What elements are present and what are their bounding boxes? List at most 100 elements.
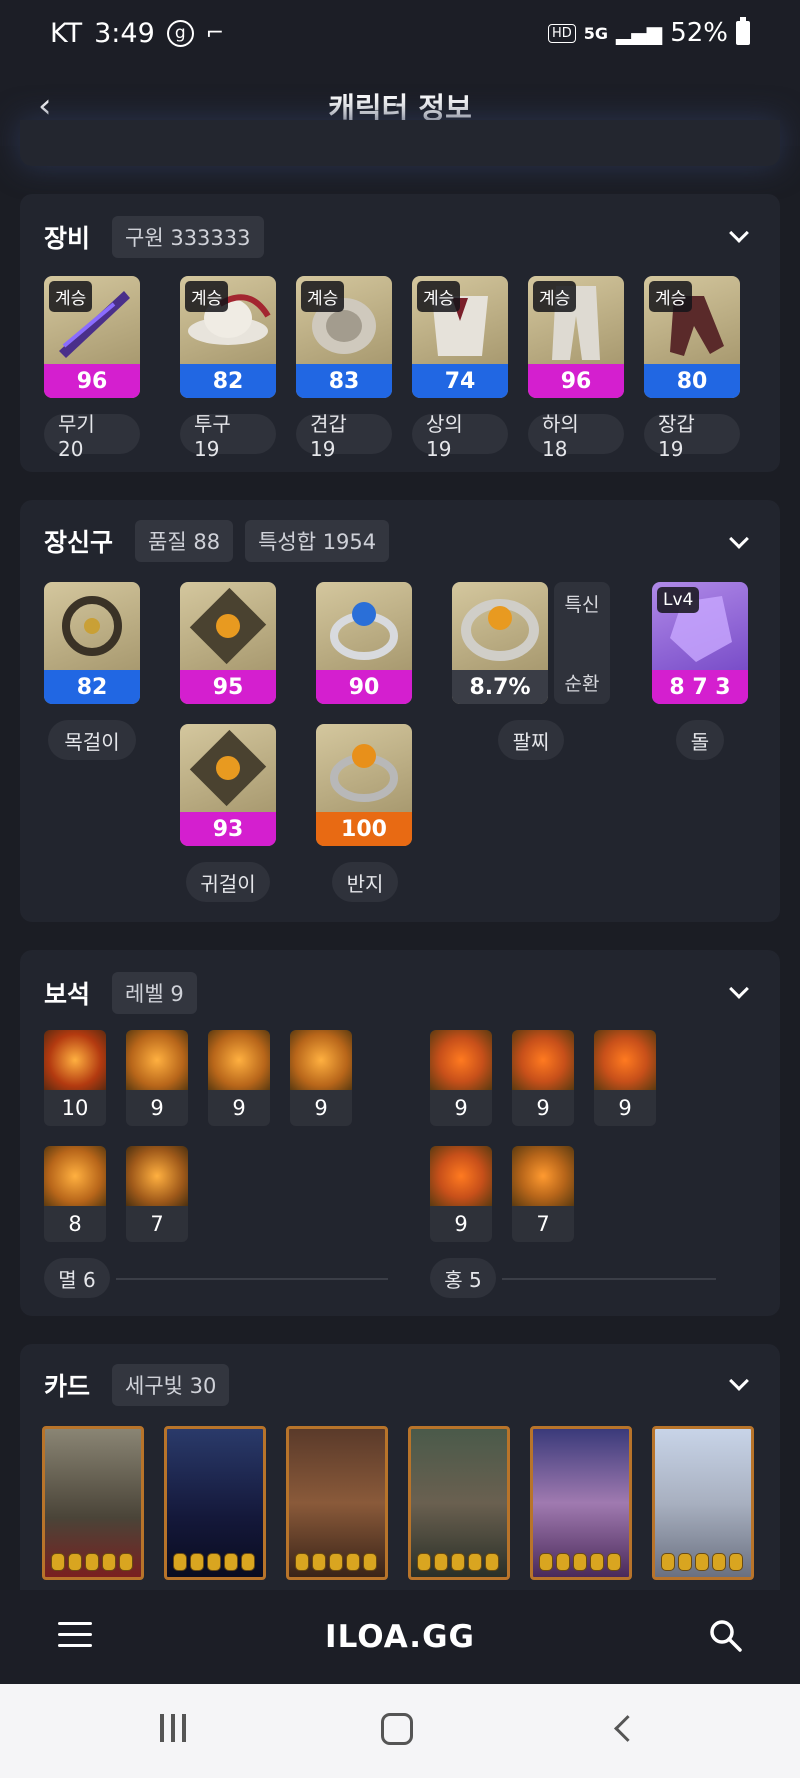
item-quality: 82: [44, 670, 140, 704]
gem-level: 7: [150, 1212, 164, 1236]
equip-gloves[interactable]: 계승 80: [644, 276, 740, 398]
equipment-section: 장비 구원 333333 계승 96 계승 82 계승 83 계승 74 계승 …: [20, 194, 780, 472]
item-quality: 93: [180, 812, 276, 846]
gem-annihilation[interactable]: 9: [126, 1030, 188, 1126]
section-title: 카드: [44, 1372, 91, 1401]
gem-group-label: 홍 5: [430, 1258, 496, 1298]
divider: [116, 1278, 388, 1280]
back-icon[interactable]: ‹: [38, 86, 68, 126]
acc-earring-1[interactable]: 95: [180, 582, 276, 704]
acc-bracelet[interactable]: 8.7%: [452, 582, 548, 704]
equip-label: 하의 18: [528, 412, 624, 461]
ring-icon: [330, 744, 398, 802]
clock: 3:49: [94, 17, 155, 49]
earring-icon: [189, 587, 267, 665]
item-quality: 83: [296, 364, 392, 398]
cards-section: 카드 세구빛 30: [20, 1344, 780, 1604]
gem-annihilation[interactable]: 8: [44, 1146, 106, 1242]
set-chip: 구원 333333: [112, 216, 264, 258]
acc-stone[interactable]: Lv4 8 7 3: [652, 582, 748, 704]
bracelet-stat: 순환: [564, 673, 600, 695]
equip-pants[interactable]: 계승 96: [528, 276, 624, 398]
chevron-down-icon[interactable]: [728, 1372, 750, 1394]
bottom-app-bar: ILOA.GG: [0, 1590, 800, 1684]
menu-icon[interactable]: [58, 1622, 92, 1648]
inherit-badge: 계승: [301, 281, 345, 312]
chevron-down-icon[interactable]: [728, 530, 750, 552]
notification-icon: ⌐: [205, 20, 225, 46]
gem-icon: [290, 1030, 352, 1090]
card-item[interactable]: [652, 1426, 754, 1580]
battery-percent: 52%: [670, 18, 728, 48]
back-nav-icon[interactable]: [612, 1714, 632, 1744]
chevron-down-icon[interactable]: [728, 980, 750, 1002]
equip-label: 상의 19: [412, 412, 508, 461]
awakening-icon: [539, 1553, 621, 1571]
equip-weapon[interactable]: 계승 96: [44, 276, 140, 398]
awakening-icon: [295, 1553, 377, 1571]
gem-annihilation[interactable]: 7: [126, 1146, 188, 1242]
acc-necklace[interactable]: 82: [44, 582, 140, 704]
g-icon: g: [166, 19, 194, 47]
gem-crimson[interactable]: 9: [430, 1146, 492, 1242]
divider: [502, 1278, 716, 1280]
inherit-badge: 계승: [185, 281, 229, 312]
gem-crimson[interactable]: 9: [430, 1030, 492, 1126]
equip-label: 투구 19: [180, 412, 276, 461]
item-quality: 100: [316, 812, 412, 846]
network-icon: 5G: [583, 23, 609, 43]
inherit-badge: 계승: [533, 281, 577, 312]
card-item[interactable]: [408, 1426, 510, 1580]
card-item[interactable]: [164, 1426, 266, 1580]
item-quality: 95: [180, 670, 276, 704]
search-icon[interactable]: [708, 1618, 742, 1652]
section-title: 장신구: [44, 528, 114, 557]
awakening-icon: [661, 1553, 743, 1571]
gem-crimson[interactable]: 9: [512, 1030, 574, 1126]
gems-section: 보석 레벨 9 10 9 9 9 8 7 9 9 9 9 7 멸 6 홍 5: [20, 950, 780, 1316]
acc-label: 반지: [332, 862, 398, 902]
gem-annihilation[interactable]: 9: [208, 1030, 270, 1126]
gem-level: 9: [454, 1096, 468, 1120]
home-icon[interactable]: [381, 1713, 413, 1745]
gem-annihilation[interactable]: 9: [290, 1030, 352, 1126]
card-item[interactable]: [286, 1426, 388, 1580]
carrier: KT: [50, 17, 83, 49]
inherit-badge: 계승: [49, 281, 93, 312]
battery-icon: [736, 17, 750, 45]
acc-label: 목걸이: [48, 720, 136, 760]
bracelet-stats: 특신 순환: [554, 582, 610, 704]
gem-level: 9: [454, 1212, 468, 1236]
chevron-down-icon[interactable]: [728, 224, 750, 246]
signal-icon: ▂▄▆: [616, 21, 663, 45]
inherit-badge: 계승: [417, 281, 461, 312]
equip-shoulder[interactable]: 계승 83: [296, 276, 392, 398]
gem-level: 9: [618, 1096, 632, 1120]
card-item[interactable]: [530, 1426, 632, 1580]
equip-helmet[interactable]: 계승 82: [180, 276, 276, 398]
gem-crimson[interactable]: 7: [512, 1146, 574, 1242]
gem-level: 9: [536, 1096, 550, 1120]
recent-apps-icon[interactable]: [160, 1714, 186, 1742]
section-title: 장비: [44, 224, 91, 253]
acc-ring-1[interactable]: 90: [316, 582, 412, 704]
acc-label: 팔찌: [498, 720, 564, 760]
site-logo[interactable]: ILOA.GG: [325, 1619, 475, 1655]
bracelet-stat: 특신: [564, 594, 600, 616]
gem-annihilation[interactable]: 10: [44, 1030, 106, 1126]
equip-label: 무기 20: [44, 412, 140, 461]
bracelet-value: 8.7%: [452, 670, 548, 704]
ring-icon: [330, 602, 398, 660]
equip-chest[interactable]: 계승 74: [412, 276, 508, 398]
acc-earring-2[interactable]: 93: [180, 724, 276, 846]
gem-crimson[interactable]: 9: [594, 1030, 656, 1126]
card-item[interactable]: [42, 1426, 144, 1580]
section-title: 보석: [44, 980, 91, 1009]
profile-card-edge: [20, 120, 780, 166]
bracelet-icon: [461, 599, 539, 661]
awakening-icon: [51, 1553, 133, 1571]
acc-ring-2[interactable]: 100: [316, 724, 412, 846]
gem-group-label: 멸 6: [44, 1258, 110, 1298]
gem-level: 10: [61, 1096, 89, 1120]
gem-icon: [208, 1030, 270, 1090]
